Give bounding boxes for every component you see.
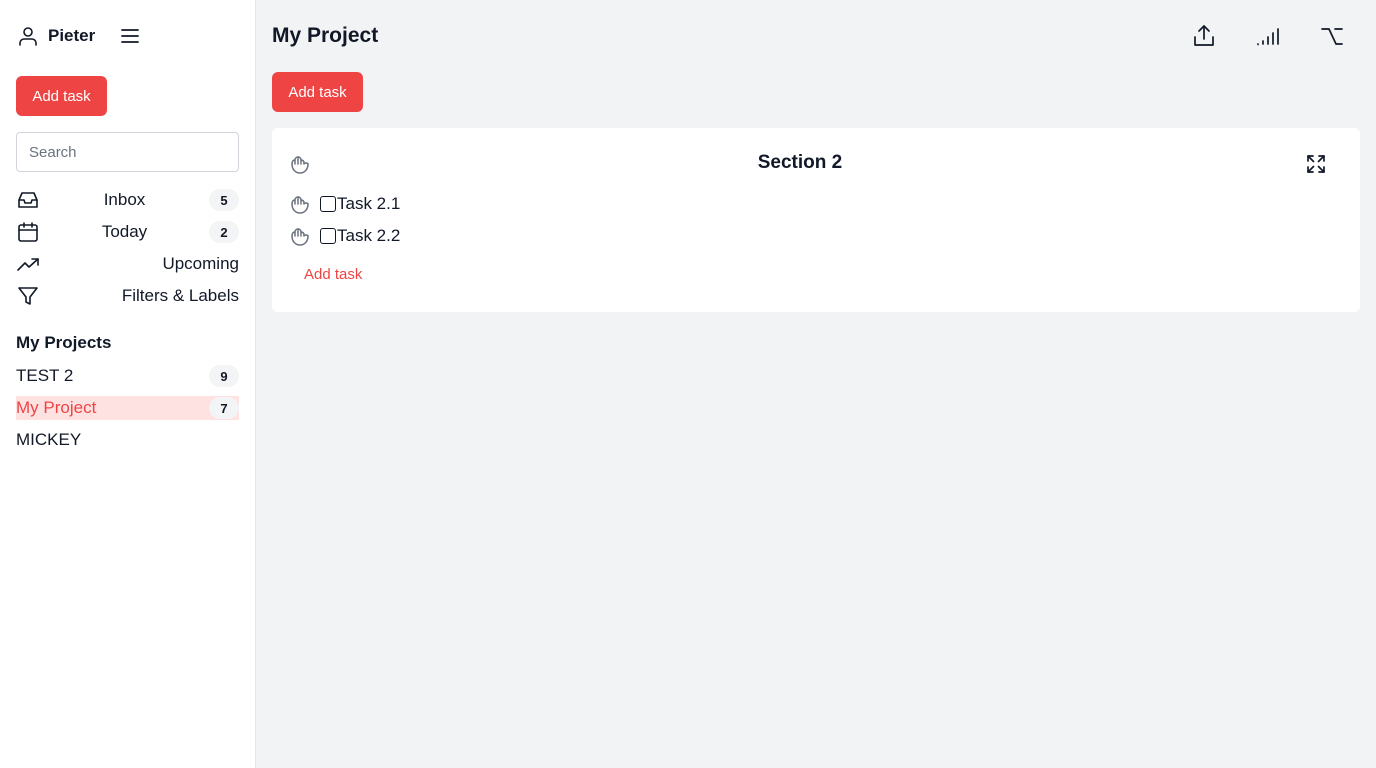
hamburger-menu-icon[interactable] bbox=[118, 24, 142, 48]
expand-icon[interactable] bbox=[1304, 152, 1328, 176]
count-badge: 9 bbox=[209, 365, 239, 387]
nav-item-inbox[interactable]: Inbox 5 bbox=[16, 186, 239, 214]
inbox-icon bbox=[16, 188, 40, 212]
option-icon[interactable] bbox=[1318, 22, 1346, 50]
task-row: Task 2.2 bbox=[320, 225, 400, 247]
task-row: Task 2.1 bbox=[320, 193, 400, 215]
task-checkbox[interactable] bbox=[320, 196, 336, 212]
search-input[interactable] bbox=[16, 132, 239, 172]
project-label: TEST 2 bbox=[16, 366, 74, 385]
nav-item-today[interactable]: Today 2 bbox=[16, 218, 239, 246]
sidebar: Pieter Add task Inbox 5 Today 2 Upcoming… bbox=[0, 0, 256, 768]
page-title: My Project bbox=[272, 24, 379, 47]
user-name: Pieter bbox=[48, 26, 96, 45]
project-item-my-project[interactable]: My Project 7 bbox=[16, 396, 239, 420]
task-label[interactable]: Task 2.1 bbox=[337, 194, 400, 214]
nav-label: Inbox bbox=[103, 190, 146, 209]
nav-label: Upcoming bbox=[162, 254, 239, 273]
count-badge: 5 bbox=[209, 189, 239, 211]
drag-handle-icon[interactable] bbox=[288, 225, 312, 249]
project-item-mickey[interactable]: MICKEY bbox=[16, 428, 239, 452]
projects-heading: My Projects bbox=[16, 333, 112, 352]
count-badge: 2 bbox=[209, 221, 239, 243]
task-checkbox[interactable] bbox=[320, 228, 336, 244]
nav-label: Filters & Labels bbox=[121, 286, 239, 305]
project-label: MICKEY bbox=[16, 430, 82, 449]
section-card: Section 2 Task 2.1 Task 2.2 Add task bbox=[272, 128, 1360, 312]
nav-item-filters-labels[interactable]: Filters & Labels bbox=[16, 282, 239, 310]
main-add-task-button[interactable]: Add task bbox=[272, 72, 363, 112]
section-title: Section 2 bbox=[757, 152, 843, 173]
sidebar-add-task-button[interactable]: Add task bbox=[16, 76, 107, 116]
nav-item-upcoming[interactable]: Upcoming bbox=[16, 250, 239, 278]
signal-icon[interactable] bbox=[1254, 22, 1282, 50]
filter-icon bbox=[16, 284, 40, 308]
section-add-task-link[interactable]: Add task bbox=[304, 266, 362, 283]
user-icon bbox=[16, 24, 40, 48]
trending-up-icon bbox=[16, 252, 40, 276]
project-item-test-2[interactable]: TEST 2 9 bbox=[16, 364, 239, 388]
project-label: My Project bbox=[16, 398, 97, 417]
nav-label: Today bbox=[101, 222, 148, 241]
calendar-icon bbox=[16, 220, 40, 244]
user-menu[interactable]: Pieter bbox=[16, 24, 95, 48]
count-badge: 7 bbox=[209, 397, 239, 419]
share-icon[interactable] bbox=[1190, 22, 1218, 50]
drag-handle-icon[interactable] bbox=[288, 193, 312, 217]
task-label[interactable]: Task 2.2 bbox=[337, 226, 400, 246]
